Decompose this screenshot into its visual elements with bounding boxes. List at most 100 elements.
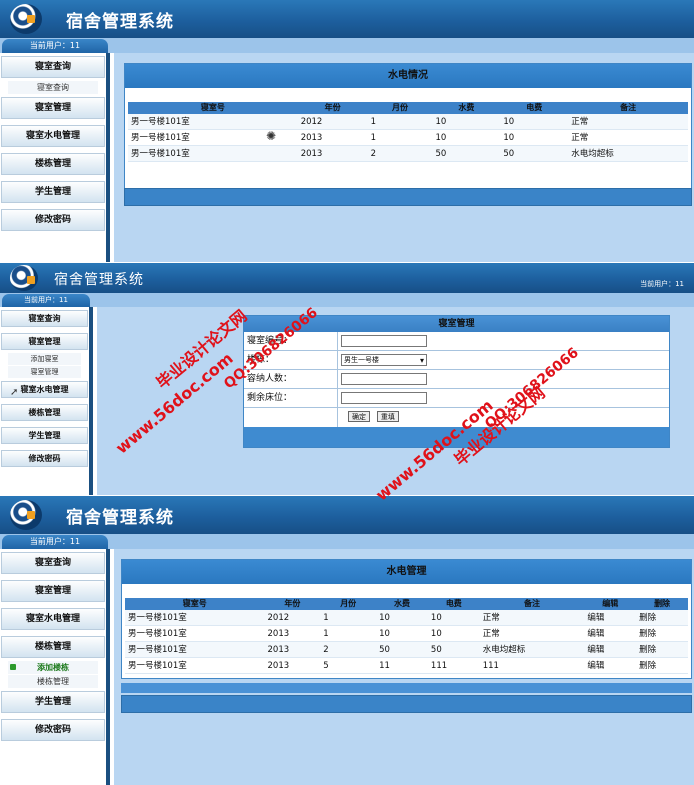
app-title: 宿舍管理系统 [66,508,174,528]
menu-dorm-manage[interactable]: 寝室管理 [1,97,105,119]
cell-water: 10 [379,613,390,623]
menu-dorm-query[interactable]: 寝室查询 [1,552,105,574]
table-header: 寝室号 年份 月份 水费 电费 备注 编辑 删除 [125,598,688,610]
menu-change-password[interactable]: 修改密码 [1,719,105,741]
col-month: 月份 [392,103,409,112]
cell-note: 正常 [571,133,589,143]
menu-student-manage[interactable]: 学生管理 [1,691,105,713]
water-electric-manage-box: 水电管理 寝室号 年份 月份 水费 电费 备注 编辑 删除 男一号楼101室 2… [121,559,692,679]
submenu-add-dorm[interactable]: 添加寝室 [8,353,81,365]
cell-water: 10 [435,117,447,127]
col-year: 年份 [284,599,301,608]
box-title: 水电管理 [122,560,691,584]
cell-water: 50 [379,645,390,655]
menu-dorm-manage[interactable]: 寝室管理 [1,333,88,350]
col-water: 水费 [394,599,410,608]
submenu-dorm-query[interactable]: 寝室查询 [8,81,98,94]
menu-change-password[interactable]: 修改密码 [1,450,88,467]
menu-building-manage[interactable]: 楼栋管理 [1,153,105,175]
cell-month: 1 [370,117,376,127]
delete-link[interactable]: 删除 [636,610,688,625]
content-area: 水电情况 寝室号 年份 月份 水费 电费 备注 男一号楼101室 2012 1 … [114,53,694,262]
col-edit: 编辑 [602,599,619,608]
cell-electric: 50 [503,149,515,159]
submenu-building-manage[interactable]: 楼栋管理 [8,675,98,688]
panel-water-electric-manage: 宿舍管理系统 当前用户：11 寝室查询 寝室管理 寝室水电管理 楼栋管理 添加楼… [0,496,694,785]
content-area: 水电管理 寝室号 年份 月份 水费 电费 备注 编辑 删除 男一号楼101室 2… [114,549,694,785]
cell-water: 11 [379,661,390,671]
menu-dorm-query[interactable]: 寝室查询 [1,310,88,327]
free-beds-input[interactable] [341,392,427,404]
cell-note: 水电均超标 [571,149,614,159]
cell-year: 2013 [300,133,323,143]
edit-link[interactable]: 编辑 [584,626,636,641]
menu-student-manage[interactable]: 学生管理 [1,427,88,444]
cell-year: 2013 [300,149,323,159]
cell-month: 1 [323,613,329,623]
table-header: 寝室号 年份 月份 水费 电费 备注 [128,102,688,114]
cell-electric: 111 [430,661,448,671]
col-electric: 电费 [526,103,543,112]
content-footer-bar-2 [121,683,692,693]
col-water: 水费 [458,103,475,112]
building-select[interactable]: 男生一号楼 [341,354,427,366]
menu-dorm-query[interactable]: 寝室查询 [1,56,105,78]
label-capacity: 容纳人数： [244,370,338,388]
current-user-label: 当前用户：11 [2,535,108,549]
current-user-label: 当前用户：11 [2,39,108,53]
col-note: 备注 [620,103,637,112]
delete-link[interactable]: 删除 [636,658,688,673]
table-row: 男一号楼101室 2012 1 10 10 正常 编辑 删除 [125,610,688,626]
water-electric-table: 寝室号 年份 月份 水费 电费 备注 男一号楼101室 2012 1 10 10… [128,102,688,162]
cell-room: 男一号楼101室 [128,645,187,655]
edit-link[interactable]: 编辑 [584,642,636,657]
edit-link[interactable]: 编辑 [584,658,636,673]
menu-water-electric-manage[interactable]: 寝室水电管理 [1,608,105,630]
panel-dorm-manage: 宿舍管理系统 当前用户：11 当前用户：11 寝室查询 寝室管理 添加寝室 寝室… [0,263,694,495]
delete-link[interactable]: 删除 [636,626,688,641]
menu-student-manage[interactable]: 学生管理 [1,181,105,203]
edit-link[interactable]: 编辑 [584,610,636,625]
cell-room: 男一号楼101室 [128,661,187,671]
menu-water-electric-manage[interactable]: 寝室水电管理 [1,125,105,147]
header-banner: 宿舍管理系统 当前用户：11 [0,263,694,293]
col-month: 月份 [340,599,357,608]
col-year: 年份 [324,103,341,112]
menu-building-manage[interactable]: 楼栋管理 [1,636,105,658]
cell-room: 男一号楼101室 [128,629,187,639]
buttons-label-cell [244,408,338,427]
delete-link[interactable]: 删除 [636,642,688,657]
table-row: 男一号楼101室 2013 2 50 50 水电均超标 [128,146,688,162]
menu-change-password[interactable]: 修改密码 [1,209,105,231]
submenu-dorm-manage[interactable]: 寝室管理 [8,366,81,378]
row-free-beds: 剩余床位： [244,389,669,408]
cell-water: 50 [435,149,447,159]
submenu-add-building[interactable]: 添加楼栋 [8,661,98,674]
header-banner: 宿舍管理系统 [0,496,694,534]
sidebar: 寝室查询 寝室管理 寝室水电管理 楼栋管理 添加楼栋 楼栋管理 学生管理 修改密… [0,549,110,785]
table-body: 男一号楼101室 2012 1 10 10 正常 男一号楼101室 2013 1… [128,114,688,162]
col-room: 寝室号 [182,599,207,608]
ok-button[interactable]: 确定 [348,411,370,422]
content-footer-bar [121,695,692,713]
cell-electric: 10 [430,613,442,623]
content-footer-bar [124,188,692,206]
cell-water: 10 [435,133,447,143]
capacity-input[interactable] [341,373,427,385]
cell-month: 2 [323,645,329,655]
menu-building-manage[interactable]: 楼栋管理 [1,404,88,421]
logo-icon [10,500,42,530]
dorm-number-input[interactable] [341,335,427,347]
table-row: 男一号楼101室 2013 2 50 50 水电均超标 编辑 删除 [125,642,688,658]
menu-dorm-manage[interactable]: 寝室管理 [1,580,105,602]
col-electric: 电费 [445,599,462,608]
sidebar: 寝室查询 寝室查询 寝室管理 寝室水电管理 楼栋管理 学生管理 修改密码 [0,53,110,262]
user-bar: 当前用户：11 [0,293,694,307]
current-user-label: 当前用户：11 [2,294,90,307]
reset-button[interactable]: 重填 [376,411,399,422]
cell-room: 男一号楼101室 [131,117,190,127]
loading-cursor-icon: ✺ [266,129,277,143]
bullet-icon [10,664,16,670]
cell-water: 10 [379,629,390,639]
cell-note: 正常 [571,117,589,127]
